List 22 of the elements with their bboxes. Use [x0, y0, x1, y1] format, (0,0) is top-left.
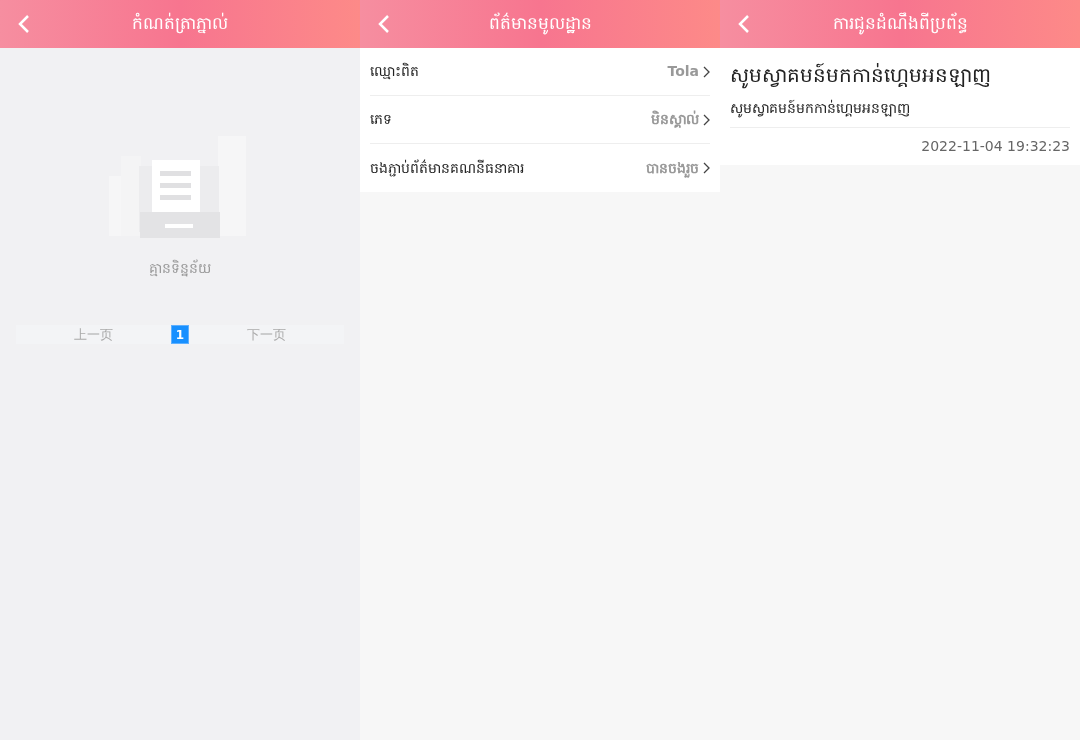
row-value: Tola [667, 62, 699, 81]
back-icon [738, 14, 750, 34]
row-label: ឈ្មោះពិត [370, 61, 419, 82]
chevron-right-icon [703, 65, 710, 78]
row-label: ភេទ [370, 110, 392, 129]
page-title: កំណត់ត្រាភ្នាល់ [132, 11, 228, 36]
notice-heading: សូមស្វាគមន៍មកកាន់ហ្គេមអនឡាញ [730, 62, 992, 90]
row-value: បានចងរួច [646, 158, 699, 179]
info-row[interactable]: ភេទ មិនស្គាល់ [370, 96, 710, 144]
chevron-right-icon [703, 113, 710, 126]
back-icon [378, 14, 390, 34]
info-row[interactable]: ចងភ្ជាប់ព័ត៌មានគណនីធនាគារ បានចងរួច [370, 144, 710, 192]
info-row[interactable]: ឈ្មោះពិត Tola [370, 48, 710, 96]
page-title: ការជូនដំណឹងពីប្រព័ន្ធ [832, 11, 968, 37]
row-label: ចងភ្ជាប់ព័ត៌មានគណនីធនាគារ [370, 158, 524, 179]
back-icon [18, 14, 30, 34]
empty-message: គ្មានទិន្នន័យ [149, 258, 211, 279]
chevron-right-icon [703, 162, 710, 174]
row-value: មិនស្គាល់ [651, 109, 699, 130]
notice-body: សូមស្វាគមន៍មកកាន់ហ្គេមអនឡាញ [730, 98, 1070, 128]
notice-time: 2022-11-04 19:32:23 [920, 137, 1070, 156]
page-title: ព័ត៌មានមូលដ្ឋាន [488, 11, 592, 37]
